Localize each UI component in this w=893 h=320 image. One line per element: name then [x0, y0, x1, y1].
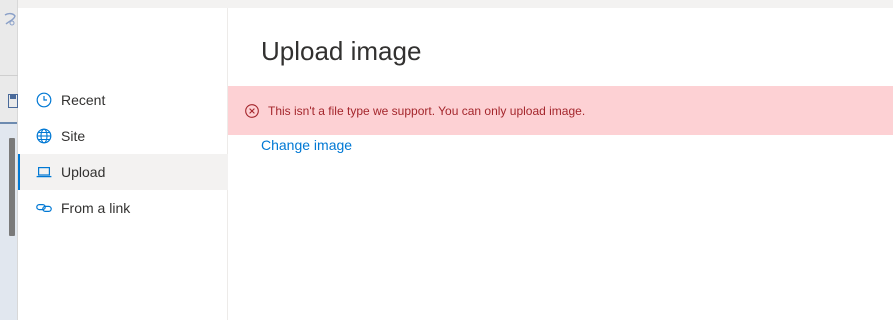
save-icon[interactable]	[8, 94, 18, 108]
error-message-bar: This isn't a file type we support. You c…	[228, 86, 893, 135]
nav-item-label: Recent	[61, 92, 106, 108]
nav-item-site[interactable]: Site	[18, 118, 228, 154]
background-divider	[0, 75, 18, 76]
nav-item-from-a-link[interactable]: From a link	[18, 190, 228, 226]
upload-content: Upload image This isn't a file type we s…	[228, 8, 893, 320]
nav-item-label: Site	[61, 128, 86, 144]
error-message-text: This isn't a file type we support. You c…	[268, 103, 586, 118]
nav-item-upload[interactable]: Upload	[18, 154, 228, 190]
change-image-link[interactable]: Change image	[261, 137, 352, 153]
clock-icon	[36, 92, 52, 108]
image-picker-panel: Recent Site Upload From a link Upload im…	[18, 8, 893, 320]
laptop-icon	[36, 164, 52, 180]
nav-item-label: Upload	[61, 164, 106, 180]
globe-icon	[36, 128, 52, 144]
nav-item-label: From a link	[61, 200, 131, 216]
source-nav: Recent Site Upload From a link	[18, 8, 228, 320]
nav-item-recent[interactable]: Recent	[18, 82, 228, 118]
page-title: Upload image	[261, 36, 422, 66]
background-scrollbar	[9, 138, 15, 236]
background-app-header	[0, 0, 893, 8]
link-icon	[36, 200, 52, 216]
source-nav-list: Recent Site Upload From a link	[18, 82, 228, 226]
error-circle-icon	[245, 103, 259, 118]
site-logo-icon	[4, 12, 16, 26]
